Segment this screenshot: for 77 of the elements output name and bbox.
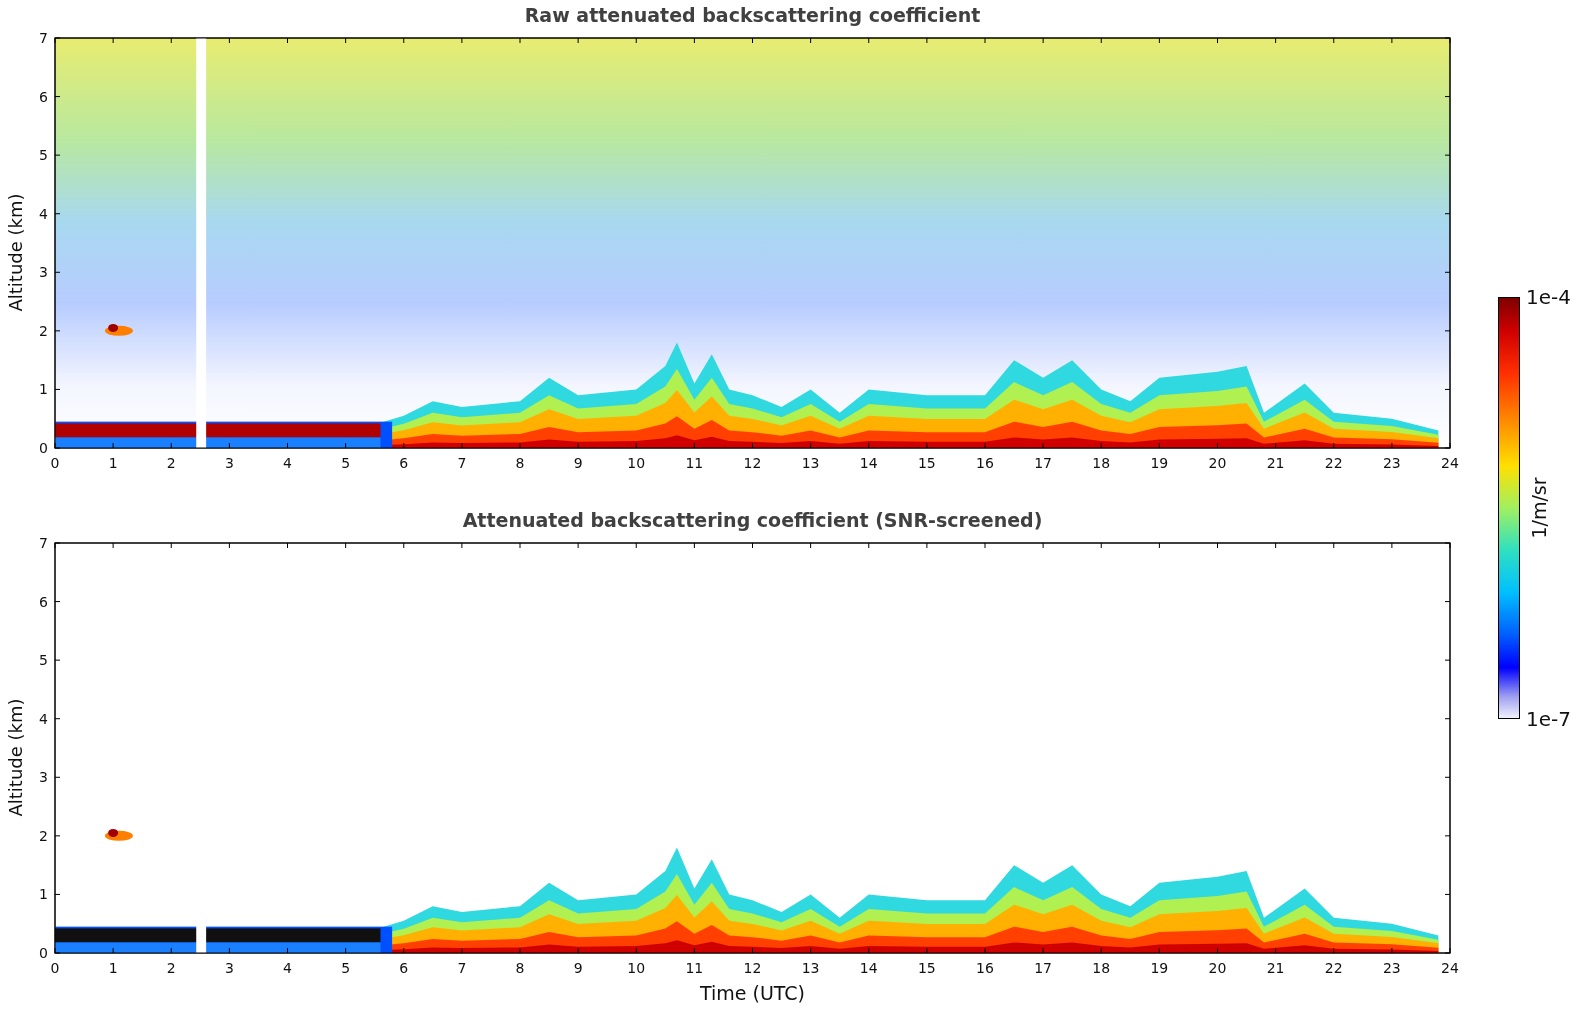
tick-label: 18 <box>1092 960 1111 976</box>
tick-label: 2 <box>39 322 48 339</box>
tick-label: 22 <box>1324 960 1343 976</box>
tick-label: 4 <box>39 205 48 222</box>
tick-label: 6 <box>39 593 48 610</box>
tick-label: 6 <box>399 960 409 976</box>
cloud-patch <box>104 323 133 336</box>
tick-label: 9 <box>573 960 583 976</box>
tick-label: 1 <box>39 381 48 398</box>
colorbar-label: 1/m/sr <box>1528 477 1550 539</box>
tick-label: 8 <box>515 960 525 976</box>
tick-label: 8 <box>515 455 525 471</box>
data-gap <box>196 923 207 953</box>
tick-label: 18 <box>1092 455 1111 471</box>
tick-label: 23 <box>1382 455 1401 471</box>
tick-label: 16 <box>976 960 994 976</box>
tick-label: 1 <box>108 455 118 471</box>
tick-label: 5 <box>341 960 351 976</box>
tick-label: 3 <box>39 769 48 786</box>
tick-label: 16 <box>976 455 994 471</box>
tick-label: 10 <box>627 455 646 471</box>
tick-label: 5 <box>341 455 351 471</box>
colorbar-min-label: 1e-7 <box>1526 709 1571 729</box>
cloud-patch <box>104 828 133 841</box>
tick-label: 15 <box>917 455 936 471</box>
tick-label: 22 <box>1324 455 1343 471</box>
tick-label: 1 <box>108 960 118 976</box>
tick-label: 5 <box>39 147 48 164</box>
tick-label: 3 <box>224 455 234 471</box>
tick-label: 21 <box>1266 960 1285 976</box>
tick-label: 14 <box>859 455 878 471</box>
tick-label: 1 <box>39 886 48 903</box>
tick-label: 20 <box>1208 455 1227 471</box>
tick-label: 12 <box>743 455 762 471</box>
tick-label: 0 <box>39 945 48 961</box>
tick-label: 3 <box>39 264 48 281</box>
tick-label: 24 <box>1441 455 1459 471</box>
tick-label: 7 <box>457 960 467 976</box>
tick-label: 19 <box>1150 960 1169 976</box>
tick-label: 0 <box>39 440 48 456</box>
tick-label: 17 <box>1034 960 1053 976</box>
y-axis-label: Altitude (km) <box>4 698 26 817</box>
tick-label: 19 <box>1150 455 1169 471</box>
tick-label: 10 <box>627 960 646 976</box>
x-axis-label: Time (UTC) <box>700 982 805 1004</box>
tick-label: 15 <box>917 960 936 976</box>
colorbar-max-label: 1e-4 <box>1526 287 1571 307</box>
tick-label: 7 <box>457 455 467 471</box>
tick-label: 7 <box>39 535 48 551</box>
tick-label: 7 <box>39 30 48 46</box>
tick-label: 2 <box>39 827 48 844</box>
tick-label: 17 <box>1034 455 1053 471</box>
tick-label: 14 <box>859 960 878 976</box>
tick-label: 5 <box>39 652 48 669</box>
tick-label: 21 <box>1266 455 1285 471</box>
tick-label: 4 <box>39 710 48 727</box>
tick-label: 23 <box>1382 960 1401 976</box>
y-axis-label: Altitude (km) <box>4 193 26 312</box>
tick-label: 11 <box>685 455 704 471</box>
tick-label: 20 <box>1208 960 1227 976</box>
tick-label: 11 <box>685 960 704 976</box>
tick-label: 13 <box>801 455 820 471</box>
tick-label: 4 <box>283 455 292 471</box>
tick-label: 12 <box>743 960 762 976</box>
tick-label: 13 <box>801 960 820 976</box>
tick-label: 0 <box>50 455 60 471</box>
tick-label: 24 <box>1441 960 1459 976</box>
tick-label: 0 <box>50 960 60 976</box>
tick-label: 6 <box>399 455 409 471</box>
chart-title: Attenuated backscattering coefficient (SNR-screened) <box>461 508 1044 533</box>
tick-label: 6 <box>39 88 48 105</box>
tick-label: 2 <box>166 960 176 976</box>
tick-label: 2 <box>166 455 176 471</box>
tick-label: 4 <box>283 960 292 976</box>
tick-label: 9 <box>573 455 583 471</box>
tick-label: 3 <box>224 960 234 976</box>
chart-title: Raw attenuated backscattering coefficient <box>523 3 982 28</box>
